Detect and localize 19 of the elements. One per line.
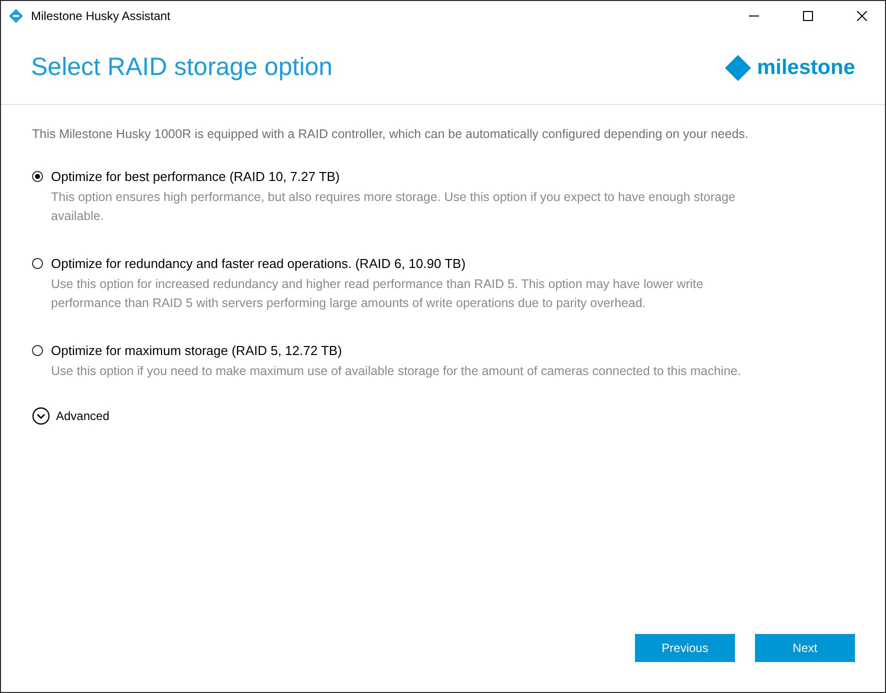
option-label[interactable]: Optimize for best performance (RAID 10, 7.27 TB) <box>51 169 855 185</box>
radio-button[interactable] <box>32 258 43 269</box>
chevron-circle-icon <box>32 407 50 425</box>
close-icon <box>857 11 867 21</box>
option-description: Use this option for increased redundancy and higher read performance than RAID 5. This option may have lower write performance than RAID 5 with servers performing large amounts of write operations due to parity overhead. <box>51 276 704 312</box>
intro-text: This Milestone Husky 1000R is equipped with a RAID controller, which can be automatically configured depending on your needs. <box>32 127 750 141</box>
option-label[interactable]: Optimize for maximum storage (RAID 5, 12.72 TB) <box>51 343 855 359</box>
maximize-icon <box>803 11 813 21</box>
page-title: Select RAID storage option <box>31 53 333 82</box>
option-description: Use this option if you need to make maximum use of available storage for the amount of cameras connected to this machine. <box>51 363 742 380</box>
option-label[interactable]: Optimize for redundancy and faster read operations. (RAID 6, 10.90 TB) <box>51 256 855 272</box>
app-logo-icon <box>9 9 23 23</box>
diamond-logo-icon <box>724 54 751 80</box>
window-title: Milestone Husky Assistant <box>31 9 172 23</box>
radio-button[interactable] <box>32 345 43 356</box>
option-description: This option ensures high performance, but also requires more storage. Use this option if you expect to have enough storage available. <box>51 189 736 225</box>
logo-text: milestone <box>756 56 855 80</box>
advanced-toggle[interactable]: Advanced <box>32 407 110 425</box>
radio-button[interactable] <box>32 171 43 182</box>
